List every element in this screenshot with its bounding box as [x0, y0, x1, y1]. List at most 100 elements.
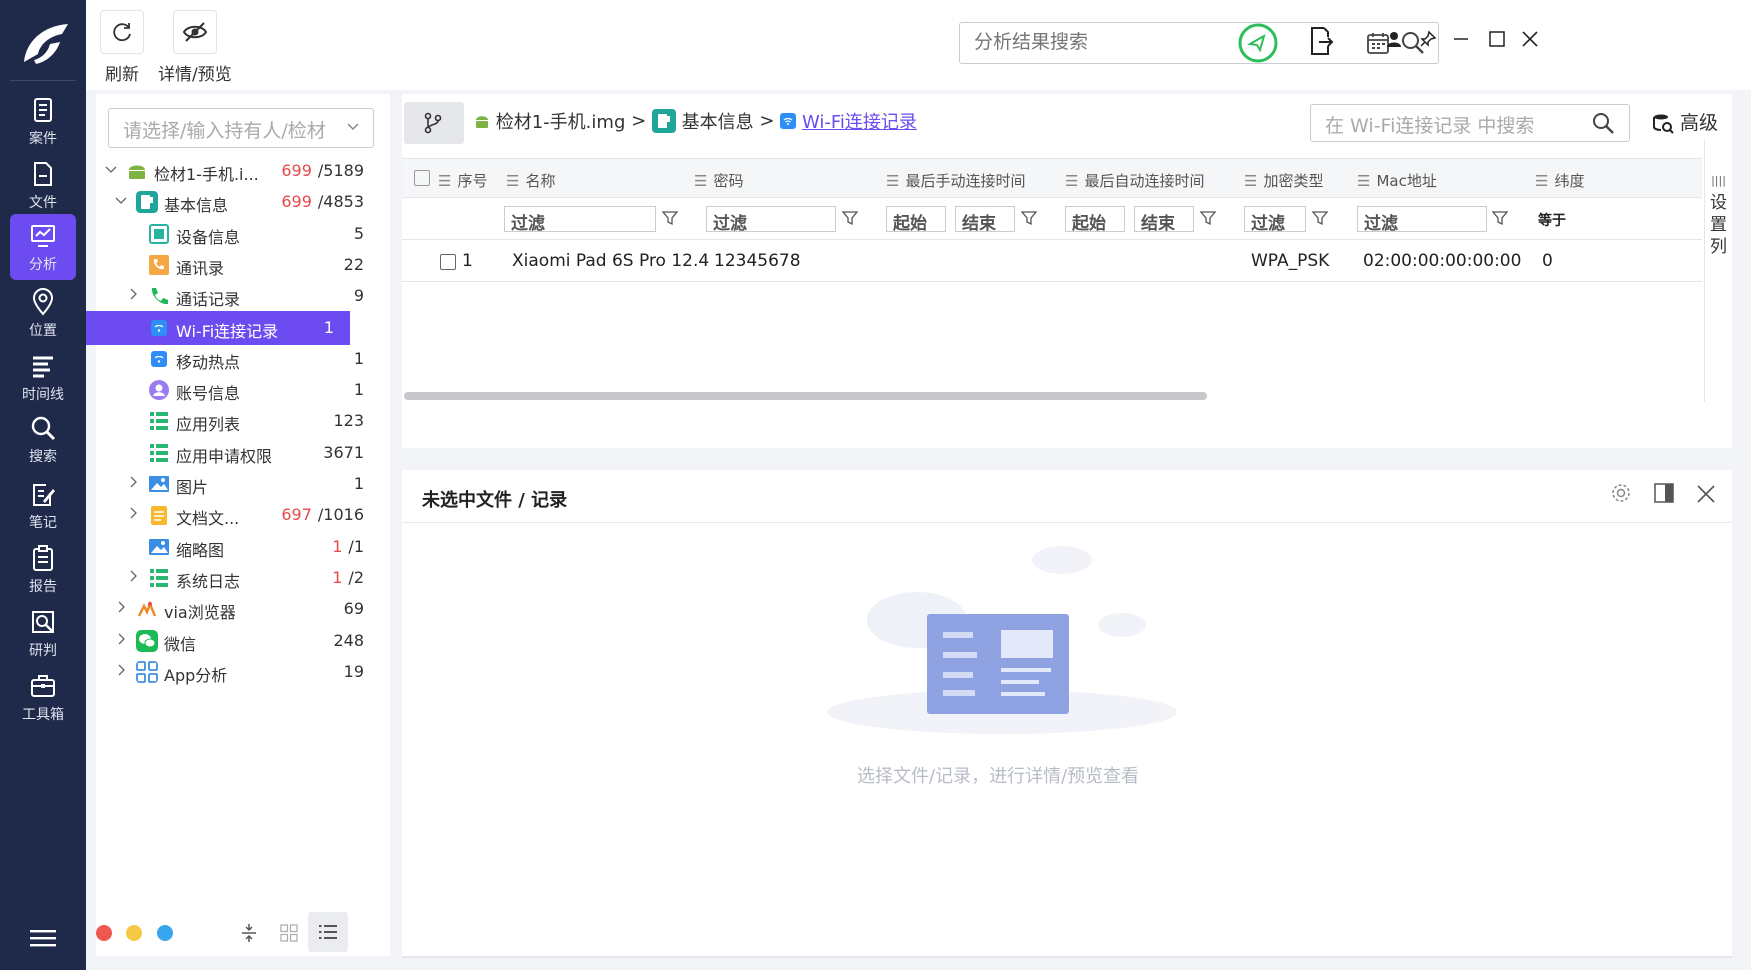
table-search-input[interactable]: 在 Wi-Fi连接记录 中搜索	[1310, 104, 1630, 142]
col-name[interactable]: ☰ 名称	[506, 170, 555, 191]
filter-auto-start-input[interactable]: 起始	[1065, 206, 1125, 234]
col-mac[interactable]: ☰ Mac地址	[1357, 170, 1437, 191]
chevron-right-icon[interactable]	[126, 475, 140, 489]
chevron-right-icon[interactable]	[126, 287, 140, 301]
row-mac: 02:00:00:00:00:00	[1363, 251, 1522, 271]
branch-button[interactable]	[404, 102, 464, 144]
tree-item-account[interactable]: 账号信息 1	[96, 373, 390, 407]
menu-icon[interactable]	[30, 928, 56, 948]
nav-item-analysis[interactable]: 分析	[10, 214, 76, 280]
global-search-box[interactable]	[959, 22, 1439, 64]
filter-icon[interactable]	[662, 210, 678, 226]
filter-mac-input[interactable]: 过滤	[1357, 206, 1487, 234]
tree-item-document[interactable]: 文档文... 697/1016	[96, 498, 390, 532]
settings-icon[interactable]	[1610, 482, 1632, 504]
nav-item-case[interactable]: 案件	[10, 88, 76, 154]
filter-icon[interactable]	[1200, 210, 1216, 226]
holder-select-placeholder: 请选择/输入持有人/检材	[123, 120, 326, 142]
red-dot-filter[interactable]	[96, 925, 112, 941]
user-icon[interactable]	[1386, 31, 1402, 47]
tree-item-phone[interactable]: 通话记录 9	[96, 279, 390, 313]
close-icon[interactable]	[1522, 31, 1538, 47]
tree-item-app-list[interactable]: 应用列表 123	[96, 404, 390, 438]
filter-auto-end-input[interactable]: 结束	[1134, 206, 1194, 234]
nav-item-label: 案件	[29, 131, 57, 147]
filter-encryption-input[interactable]: 过滤	[1244, 206, 1306, 234]
row-select-checkbox[interactable]	[440, 254, 456, 270]
filter-icon[interactable]	[842, 210, 858, 226]
tree-item-app-analysis[interactable]: App分析 19	[96, 655, 390, 689]
tree-item-thumbnail[interactable]: 缩略图 1/1	[96, 530, 390, 564]
tree-item-wifi[interactable]: Wi-Fi连接记录 1	[86, 310, 350, 345]
filter-latitude-equals[interactable]: 等于	[1538, 210, 1566, 230]
col-encryption[interactable]: ☰ 加密类型	[1244, 170, 1323, 191]
table-row[interactable]: 1 Xiaomi Pad 6S Pro 12.4 12345678 WPA_PS…	[402, 240, 1702, 282]
nav-item-report[interactable]: 报告	[10, 536, 76, 602]
nav-item-search[interactable]: 搜索	[10, 406, 76, 472]
account-icon	[149, 380, 169, 401]
breadcrumb-item-basic-info[interactable]: 基本信息	[682, 112, 754, 133]
advanced-search-button[interactable]: 高级	[1652, 108, 1718, 135]
filter-manual-end-input[interactable]: 结束	[955, 206, 1015, 234]
chevron-right-icon[interactable]	[114, 600, 128, 614]
tree-item-device-info[interactable]: 设备信息 5	[96, 217, 390, 251]
tree-item-via-browser[interactable]: via浏览器 69	[96, 592, 390, 626]
blue-dot-filter[interactable]	[157, 925, 173, 941]
minimize-icon[interactable]	[1453, 31, 1469, 47]
tree-item-app-permission[interactable]: 应用申请权限 3671	[96, 436, 390, 470]
list-view-button[interactable]	[308, 912, 348, 952]
detail-preview-button[interactable]: 详情/预览	[158, 10, 232, 85]
tree-item-count-total: /1	[348, 536, 364, 556]
grid-view-icon[interactable]	[280, 924, 298, 942]
tree-item-image[interactable]: 图片 1	[96, 467, 390, 501]
chevron-right-icon[interactable]	[114, 632, 128, 646]
basic-info-icon	[651, 109, 676, 133]
nav-item-judgement[interactable]: 研判	[10, 600, 76, 666]
nav-item-toolbox[interactable]: 工具箱	[10, 664, 76, 730]
tree-item-android[interactable]: 检材1-手机.i... 699/5189	[96, 154, 390, 188]
global-search-input[interactable]	[972, 23, 1272, 61]
tree-item-wechat[interactable]: 微信 248	[96, 624, 390, 658]
yellow-dot-filter[interactable]	[126, 925, 142, 941]
nav-item-file[interactable]: 文件	[10, 152, 76, 218]
status-ok-icon[interactable]	[1237, 22, 1279, 64]
col-auto-time[interactable]: ☰ 最后自动连接时间	[1065, 170, 1204, 191]
close-icon[interactable]	[1696, 484, 1716, 504]
export-icon[interactable]	[1308, 26, 1334, 56]
tree-item-hotspot[interactable]: 移动热点 1	[96, 342, 390, 376]
filter-name-input[interactable]: 过滤	[504, 206, 656, 234]
breadcrumb-item-wifi[interactable]: Wi-Fi连接记录	[802, 112, 917, 133]
filter-end-placeholder: 结束	[1141, 214, 1175, 234]
search-icon[interactable]	[1591, 111, 1615, 135]
tree-item-system-log[interactable]: 系统日志 1/2	[96, 561, 390, 595]
col-password[interactable]: ☰ 密码	[694, 170, 743, 191]
chevron-right-icon[interactable]	[126, 506, 140, 520]
pin-icon[interactable]	[1419, 30, 1437, 48]
nav-item-location[interactable]: 位置	[10, 280, 76, 346]
nav-item-note[interactable]: 笔记	[10, 472, 76, 538]
filter-icon[interactable]	[1312, 210, 1328, 226]
split-panel-icon[interactable]	[1653, 482, 1675, 504]
maximize-icon[interactable]	[1489, 31, 1505, 47]
chevron-down-icon[interactable]	[114, 193, 128, 207]
chevron-right-icon[interactable]	[114, 663, 128, 677]
nav-item-timeline[interactable]: 时间线	[10, 344, 76, 410]
col-manual-time[interactable]: ☰ 最后手动连接时间	[886, 170, 1025, 191]
tree-item-contacts[interactable]: 通讯录 22	[96, 248, 390, 282]
set-columns-button[interactable]: |||| 设置列	[1704, 140, 1732, 402]
filter-icon[interactable]	[1492, 210, 1508, 226]
select-all-checkbox[interactable]	[414, 170, 430, 186]
col-latitude[interactable]: ☰ 纬度	[1535, 170, 1584, 191]
breadcrumb-item-evidence[interactable]: 检材1-手机.img	[496, 112, 626, 133]
chevron-down-icon[interactable]	[104, 162, 118, 176]
collapse-all-icon[interactable]	[240, 922, 258, 944]
horizontal-scrollbar[interactable]	[404, 392, 1207, 400]
chevron-right-icon[interactable]	[126, 569, 140, 583]
tree-item-basic-info[interactable]: 基本信息 699/4853	[96, 185, 390, 219]
filter-password-input[interactable]: 过滤	[706, 206, 836, 234]
filter-icon[interactable]	[1021, 210, 1037, 226]
filter-manual-start-input[interactable]: 起始	[886, 206, 946, 234]
col-index[interactable]: ☰ 序号	[438, 170, 487, 191]
refresh-button[interactable]: 刷新	[100, 10, 144, 85]
holder-select[interactable]: 请选择/输入持有人/检材	[108, 108, 374, 148]
